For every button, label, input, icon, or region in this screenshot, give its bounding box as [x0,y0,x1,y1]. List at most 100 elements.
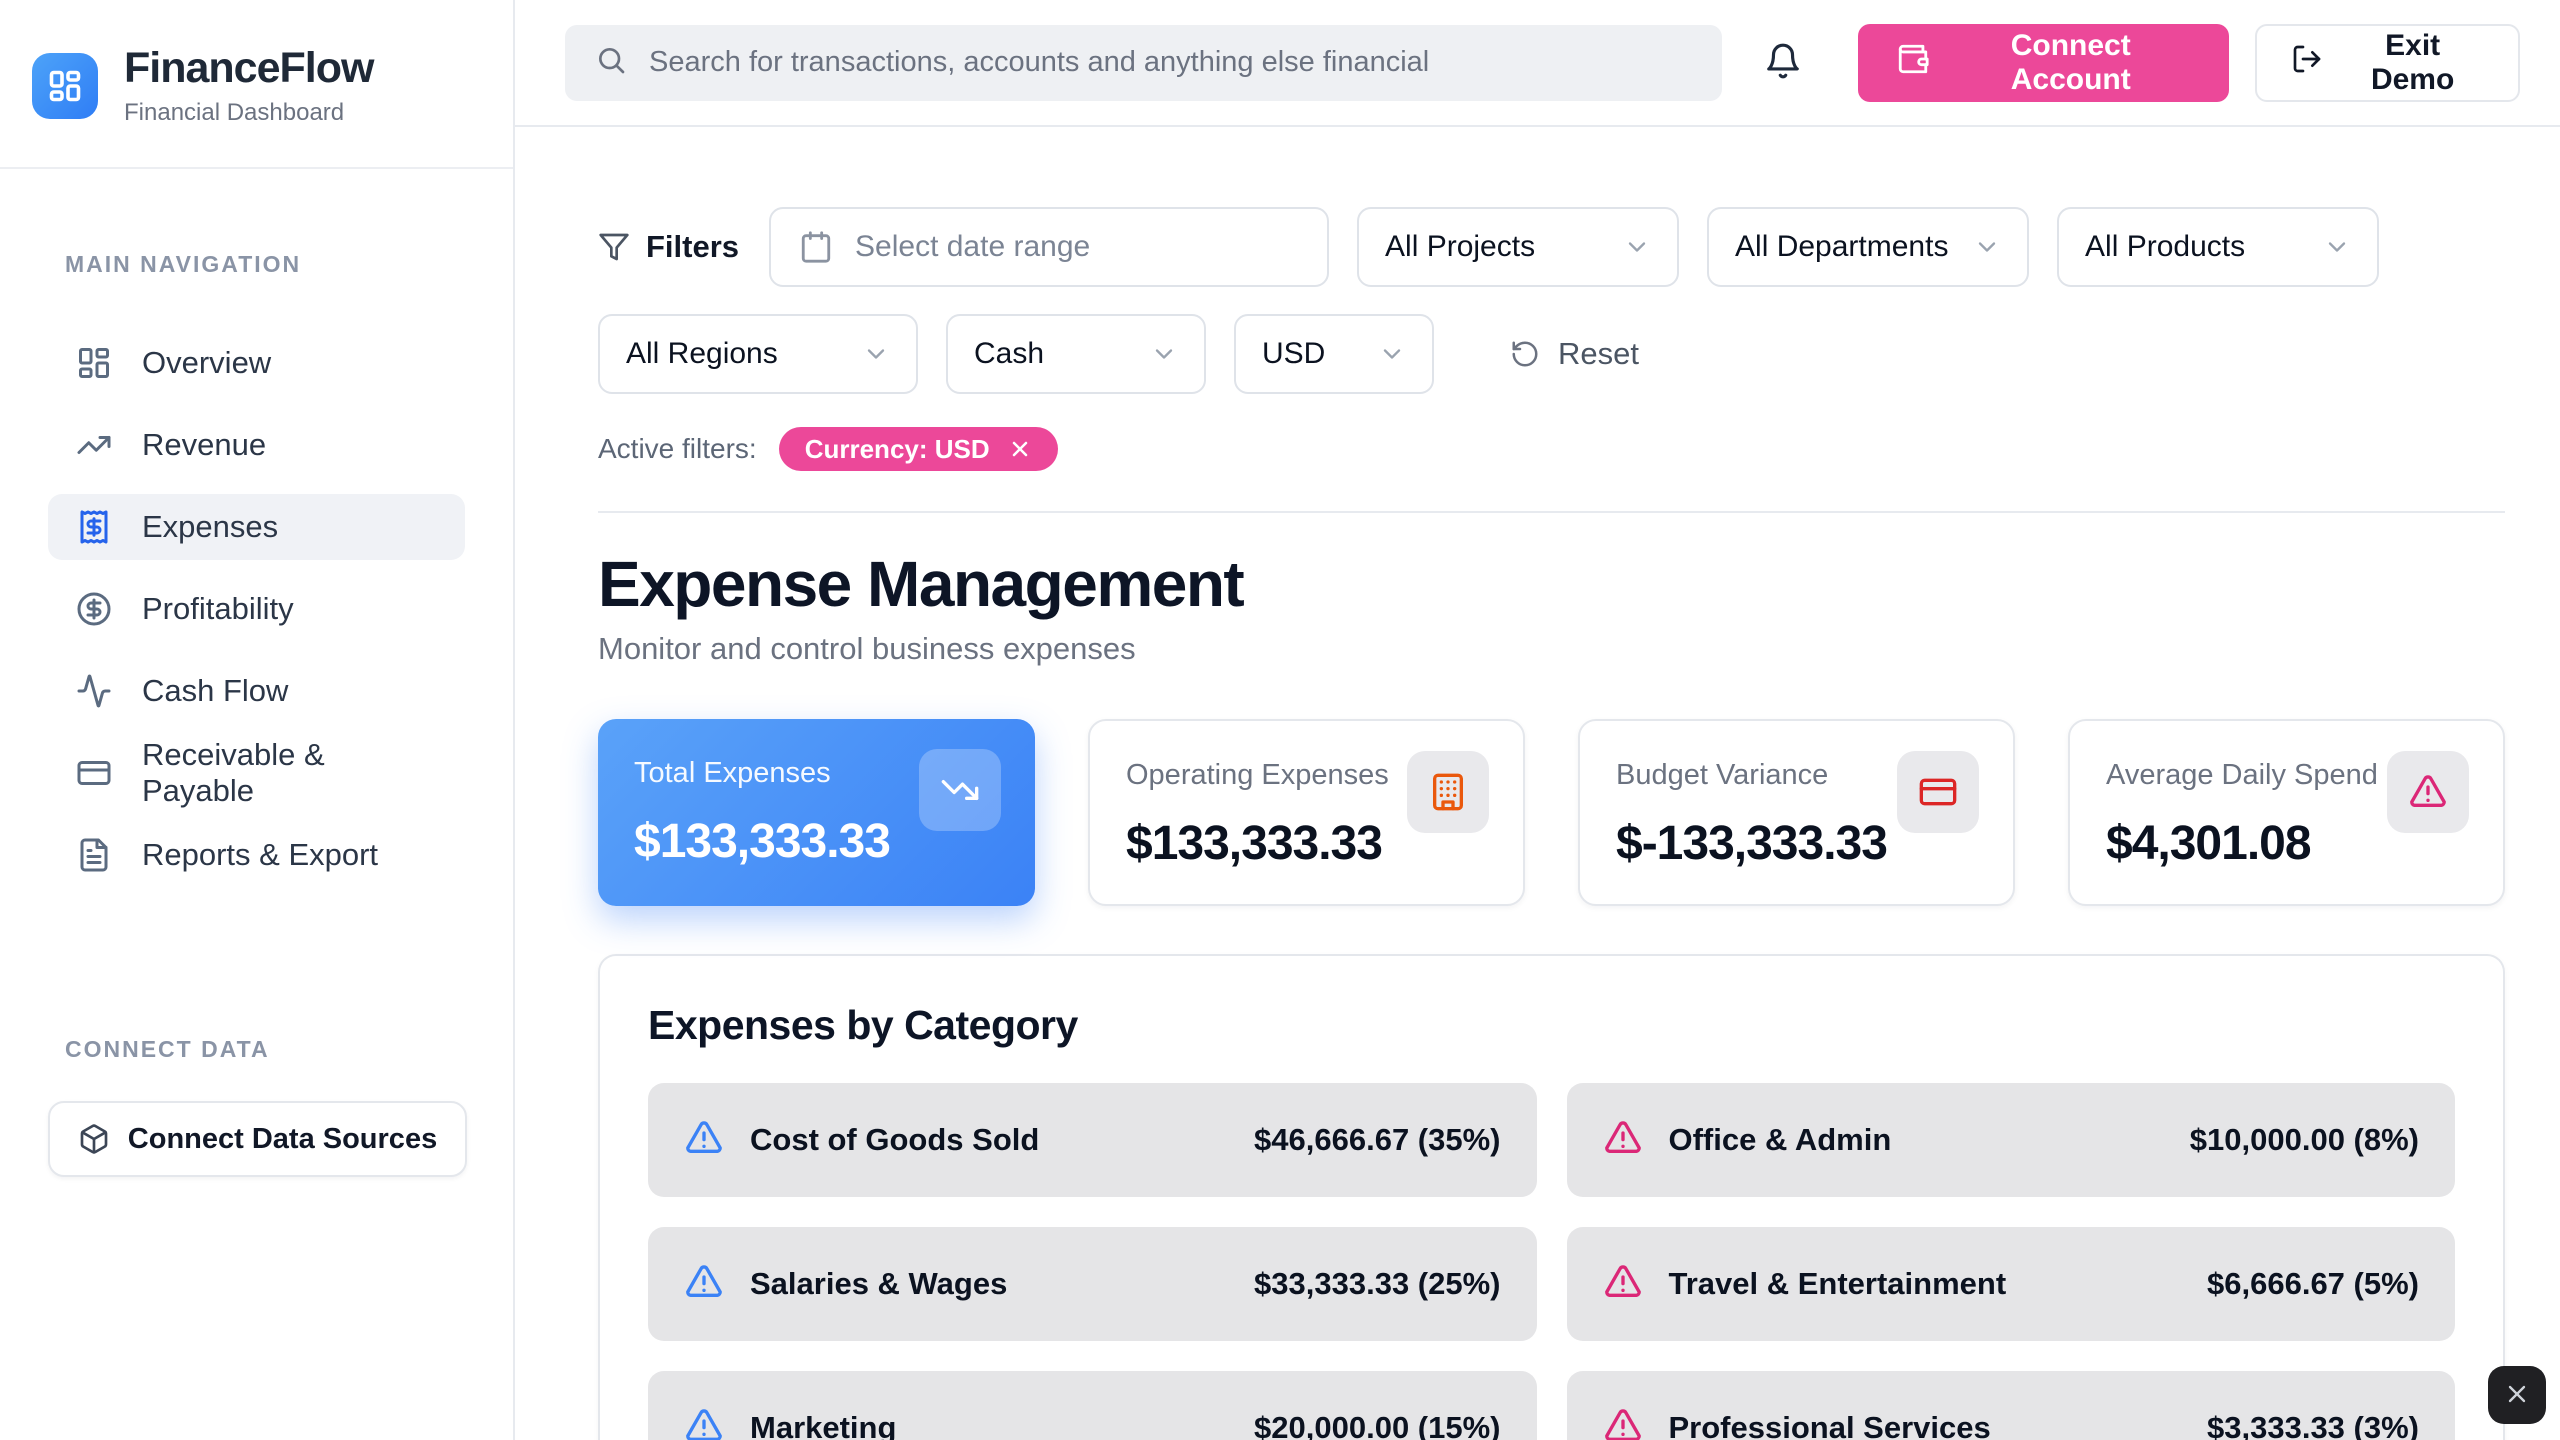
layout-dashboard-icon [76,345,112,381]
nav-list: Overview Revenue Expenses Profitability … [0,330,513,888]
stat-card-operating-expenses[interactable]: Operating Expenses $133,333.33 [1088,719,1525,906]
sidebar-item-reports-export[interactable]: Reports & Export [48,822,465,888]
page-title: Expense Management [598,547,2505,621]
chevron-down-icon [1623,233,1651,261]
date-range-picker[interactable] [769,207,1329,287]
regions-select[interactable]: All Regions [598,314,918,394]
connect-data-section: CONNECT DATA Connect Data Sources [0,1036,513,1177]
circle-dollar-icon [76,591,112,627]
main-navigation: MAIN NAVIGATION Overview Revenue Expense… [0,169,513,888]
alert-triangle-icon [1603,1406,1643,1440]
building-icon [1407,751,1489,833]
app-root: FinanceFlow Financial Dashboard MAIN NAV… [0,0,2560,1440]
date-range-input[interactable] [855,230,1299,264]
page-subtitle: Monitor and control business expenses [598,631,2505,667]
sidebar-item-receivable-payable[interactable]: Receivable & Payable [48,740,465,806]
activity-icon [76,673,112,709]
sidebar: FinanceFlow Financial Dashboard MAIN NAV… [0,0,515,1440]
products-select[interactable]: All Products [2057,207,2379,287]
active-filters-row: Active filters: Currency: USD [598,427,2505,471]
category-name: Professional Services [1669,1410,2182,1440]
projects-select[interactable]: All Projects [1357,207,1679,287]
category-row-travel-entertainment[interactable]: Travel & Entertainment $6,666.67 (5%) [1567,1227,2456,1341]
exit-demo-label: Exit Demo [2341,29,2484,97]
trending-down-icon [919,749,1001,831]
regions-select-value: All Regions [626,337,778,371]
notifications-button[interactable] [1764,42,1802,83]
sidebar-item-label: Cash Flow [142,673,288,709]
category-row-office-admin[interactable]: Office & Admin $10,000.00 (8%) [1567,1083,2456,1197]
alert-triangle-icon [1603,1262,1643,1307]
sidebar-item-revenue[interactable]: Revenue [48,412,465,478]
search-icon [595,44,627,81]
toast-close-button[interactable] [2488,1366,2546,1424]
sidebar-item-expenses[interactable]: Expenses [48,494,465,560]
category-name: Cost of Goods Sold [750,1122,1228,1158]
filters-row-2: All Regions Cash USD Reset [598,314,2505,394]
category-row-professional-services[interactable]: Professional Services $3,333.33 (3%) [1567,1371,2456,1440]
brand-name: FinanceFlow [124,44,373,93]
connect-data-sources-button[interactable]: Connect Data Sources [48,1101,467,1177]
sidebar-item-label: Revenue [142,427,266,463]
alert-triangle-icon [2387,751,2469,833]
sidebar-item-overview[interactable]: Overview [48,330,465,396]
connect-data-label: CONNECT DATA [0,1036,513,1063]
category-name: Travel & Entertainment [1669,1266,2182,1302]
chevron-down-icon [1973,233,2001,261]
close-icon [2503,1380,2531,1411]
content: Filters All Projects All Departments All… [515,127,2560,1440]
close-icon[interactable] [1008,437,1032,461]
search-input[interactable] [649,46,1692,79]
expenses-by-category-card: Expenses by Category Cost of Goods Sold … [598,954,2505,1440]
alert-triangle-icon [684,1406,724,1440]
app-logo-icon [32,53,98,119]
products-select-value: All Products [2085,230,2245,264]
nav-section-label: MAIN NAVIGATION [0,251,513,278]
log-out-icon [2291,43,2323,83]
chevron-down-icon [1150,340,1178,368]
calendar-icon [799,230,833,264]
brand: FinanceFlow Financial Dashboard [0,0,513,169]
departments-select[interactable]: All Departments [1707,207,2029,287]
category-row-cost-of-goods-sold[interactable]: Cost of Goods Sold $46,666.67 (35%) [648,1083,1537,1197]
category-name: Salaries & Wages [750,1266,1228,1302]
connect-account-button[interactable]: Connect Account [1858,24,2229,102]
category-value: $6,666.67 (5%) [2207,1266,2419,1302]
reset-label: Reset [1558,336,1639,372]
section-divider [598,511,2505,513]
sidebar-item-label: Receivable & Payable [142,737,437,809]
package-icon [78,1123,110,1155]
currency-filter-chip[interactable]: Currency: USD [779,427,1058,471]
brand-text: FinanceFlow Financial Dashboard [124,44,373,127]
sidebar-item-cash-flow[interactable]: Cash Flow [48,658,465,724]
sidebar-item-profitability[interactable]: Profitability [48,576,465,642]
alert-triangle-icon [684,1118,724,1163]
stat-card-budget-variance[interactable]: Budget Variance $-133,333.33 [1578,719,2015,906]
departments-select-value: All Departments [1735,230,1948,264]
category-row-salaries-wages[interactable]: Salaries & Wages $33,333.33 (25%) [648,1227,1537,1341]
connect-account-label: Connect Account [1950,29,2191,97]
chevron-down-icon [862,340,890,368]
stat-card-average-daily-spend[interactable]: Average Daily Spend $4,301.08 [2068,719,2505,906]
currency-select[interactable]: USD [1234,314,1434,394]
credit-card-icon [1897,751,1979,833]
category-row-marketing[interactable]: Marketing $20,000.00 (15%) [648,1371,1537,1440]
trending-up-icon [76,427,112,463]
chevron-down-icon [1378,340,1406,368]
filters-label: Filters [646,229,739,265]
credit-card-icon [76,755,112,791]
category-value: $20,000.00 (15%) [1254,1410,1500,1440]
connect-data-sources-label: Connect Data Sources [128,1123,437,1156]
receipt-icon [76,509,112,545]
payment-method-select[interactable]: Cash [946,314,1206,394]
active-filters-label: Active filters: [598,433,757,465]
reset-filters-button[interactable]: Reset [1510,336,1639,372]
stat-card-total-expenses[interactable]: Total Expenses $133,333.33 [598,719,1035,906]
category-value: $3,333.33 (3%) [2207,1410,2419,1440]
search-bar[interactable] [565,25,1722,101]
currency-filter-chip-label: Currency: USD [805,434,990,465]
exit-demo-button[interactable]: Exit Demo [2255,24,2520,102]
category-value: $33,333.33 (25%) [1254,1266,1500,1302]
category-section-title: Expenses by Category [648,1002,2455,1049]
file-text-icon [76,837,112,873]
